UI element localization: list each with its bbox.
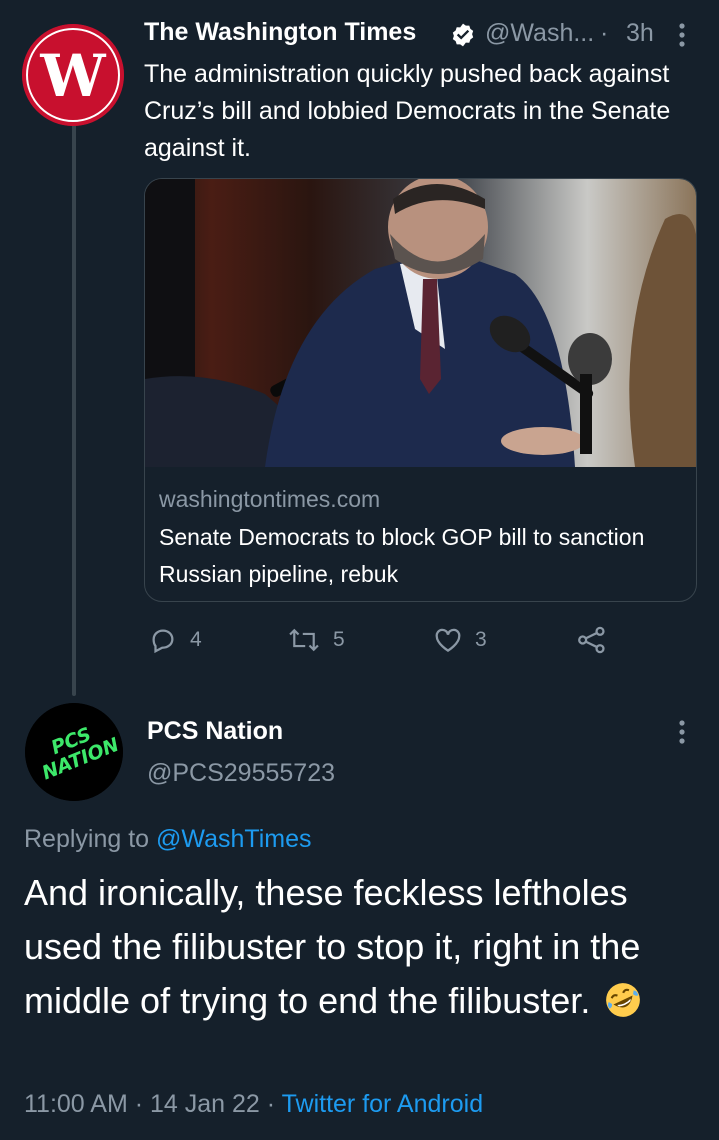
verified-badge-icon — [452, 23, 474, 47]
tweet-metadata: 11:00 AM · 14 Jan 22 · Twitter for Andro… — [24, 1090, 483, 1119]
more-vertical-icon[interactable] — [672, 718, 692, 746]
replying-to-handle-link[interactable]: @WashTimes — [156, 825, 311, 853]
share-button[interactable] — [576, 624, 608, 656]
reply-tweet-text-block: And ironically, these feckless leftholes… — [24, 866, 704, 1028]
card-domain: washingtontimes.com — [159, 486, 381, 512]
reply-tweet-text: And ironically, these feckless leftholes… — [24, 872, 641, 1021]
rolling-on-floor-laughing-emoji — [606, 983, 641, 1017]
washington-times-avatar[interactable]: W — [22, 24, 124, 126]
tweet-time[interactable]: 3h — [626, 19, 654, 48]
separator-dot: · — [266, 1090, 276, 1118]
tweet-date[interactable]: 14 Jan 22 — [150, 1090, 260, 1118]
tweet-text: The administration quickly pushed back a… — [144, 60, 671, 162]
reply-author-handle[interactable]: @PCS29555723 — [147, 759, 335, 788]
reply-author-name[interactable]: PCS Nation — [147, 717, 283, 746]
card-title: Senate Democrats to block GOP bill to sa… — [159, 524, 645, 587]
retweet-icon — [289, 628, 319, 652]
separator-dot: · — [134, 1090, 144, 1118]
retweet-button[interactable]: 5 — [287, 625, 345, 655]
reply-button[interactable]: 4 — [148, 625, 202, 655]
replying-to-line: Replying to @WashTimes — [24, 825, 312, 854]
author-handle[interactable]: @Wash... — [485, 19, 594, 48]
thread-connector-line — [72, 124, 76, 696]
like-count: 3 — [475, 628, 487, 651]
replying-to-label: Replying to — [24, 825, 150, 853]
reply-icon — [152, 629, 174, 654]
heart-icon — [435, 628, 461, 652]
pcs-nation-avatar[interactable]: PCS NATION — [25, 703, 123, 801]
share-icon — [578, 626, 605, 654]
tweet-timestamp[interactable]: 11:00 AM — [24, 1090, 128, 1118]
card-photo[interactable] — [145, 179, 697, 467]
link-preview-card[interactable]: washingtontimes.com Senate Democrats to … — [144, 178, 697, 602]
like-button[interactable]: 3 — [433, 625, 487, 655]
avatar-logo-letter: W — [39, 42, 106, 110]
separator-dot: · — [600, 19, 609, 47]
tweet-source-link[interactable]: Twitter for Android — [282, 1090, 483, 1118]
more-vertical-icon[interactable] — [672, 22, 692, 48]
retweet-count: 5 — [333, 628, 345, 651]
reply-count: 4 — [190, 628, 202, 651]
author-name[interactable]: The Washington Times — [144, 18, 416, 47]
